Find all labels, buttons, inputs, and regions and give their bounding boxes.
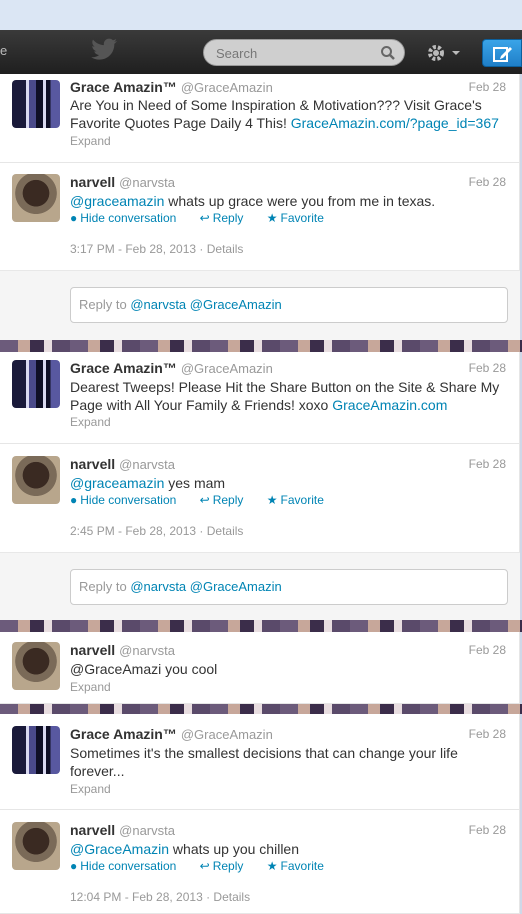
speech-bubble-icon: ● — [70, 859, 78, 873]
avatar[interactable] — [12, 822, 60, 870]
background-photo-strip — [0, 704, 522, 714]
tweet-card[interactable]: narvell @narvsta Feb 28 @graceamazin what… — [0, 163, 520, 340]
tweet-handle[interactable]: @narvsta — [119, 643, 175, 658]
reply-input[interactable]: Reply to @narvsta @GraceAmazin — [70, 287, 508, 323]
tweet-actions: ● Hide conversation ↩ Reply ★ Favorite — [70, 493, 344, 507]
top-navbar: e — [0, 30, 522, 74]
tweet-author[interactable]: narvell @narvsta — [70, 456, 175, 472]
tweet-timestamp[interactable]: 12:04 PM - Feb 28, 2013 · Details — [70, 890, 250, 904]
favorite-button[interactable]: ★ Favorite — [267, 859, 334, 873]
tweet-mention[interactable]: @graceamazin — [70, 475, 164, 491]
reply-icon: ↩ — [199, 859, 210, 873]
search-box[interactable] — [203, 39, 405, 66]
avatar[interactable] — [12, 642, 60, 690]
tweet-timestamp[interactable]: 2:45 PM - Feb 28, 2013 · Details — [70, 524, 243, 538]
tweet-handle[interactable]: @narvsta — [119, 175, 175, 190]
star-icon: ★ — [266, 493, 278, 507]
avatar[interactable] — [12, 174, 60, 222]
tweet-handle[interactable]: @narvsta — [119, 457, 175, 472]
tweet-handle[interactable]: @GraceAmazin — [181, 727, 273, 742]
favorite-button[interactable]: ★ Favorite — [267, 493, 334, 507]
nav-edge-text[interactable]: e — [0, 43, 7, 58]
tweet-mention[interactable]: @graceamazin — [70, 193, 164, 209]
speech-bubble-icon: ● — [70, 211, 78, 225]
speech-bubble-icon: ● — [70, 493, 78, 507]
avatar[interactable] — [12, 456, 60, 504]
tweet-handle[interactable]: @GraceAmazin — [181, 361, 273, 376]
tweet-card[interactable]: narvell @narvsta Feb 28 @GraceAmazin what… — [0, 810, 520, 914]
favorite-button[interactable]: ★ Favorite — [267, 211, 334, 225]
tweet-text: Sometimes it's the smallest decisions th… — [70, 745, 458, 779]
tweet-date[interactable]: Feb 28 — [469, 175, 506, 189]
tweet-card[interactable]: Grace Amazin™ @GraceAmazin Feb 28 Are You… — [0, 74, 520, 163]
search-input[interactable] — [216, 45, 366, 61]
tweet-handle[interactable]: @narvsta — [119, 823, 175, 838]
avatar[interactable] — [12, 360, 60, 408]
reply-button[interactable]: ↩ Reply — [200, 859, 254, 873]
reply-button[interactable]: ↩ Reply — [200, 211, 254, 225]
tweet-actions: ● Hide conversation ↩ Reply ★ Favorite — [70, 859, 344, 873]
tweet-text: Are You in Need of Some Inspiration & Mo… — [70, 97, 499, 131]
tweet-author[interactable]: narvell @narvsta — [70, 822, 175, 838]
hide-conversation-button[interactable]: ● Hide conversation — [70, 859, 186, 873]
tweet-author[interactable]: narvell @narvsta — [70, 174, 175, 190]
reply-icon: ↩ — [199, 211, 210, 225]
tweet-link[interactable]: GraceAmazin.com/?page_id=367 — [291, 115, 499, 131]
expand-link[interactable]: Expand — [70, 782, 111, 796]
tweet-handle[interactable]: @GraceAmazin — [181, 80, 273, 95]
tweet-author[interactable]: Grace Amazin™ @GraceAmazin — [70, 726, 273, 742]
expand-link[interactable]: Expand — [70, 680, 111, 694]
tweet-date[interactable]: Feb 28 — [469, 823, 506, 837]
tweet-card[interactable]: Grace Amazin™ @GraceAmazin Feb 28 Sometim… — [0, 714, 520, 810]
avatar[interactable] — [12, 726, 60, 774]
compose-icon — [493, 47, 512, 62]
tweet-date[interactable]: Feb 28 — [469, 727, 506, 741]
tweet-timestamp[interactable]: 3:17 PM - Feb 28, 2013 · Details — [70, 242, 243, 256]
tweet-card[interactable]: narvell @narvsta Feb 28 @graceamazin yes … — [0, 444, 520, 620]
gear-icon[interactable] — [422, 40, 464, 66]
tweet-date[interactable]: Feb 28 — [469, 643, 506, 657]
tweet-date[interactable]: Feb 28 — [469, 457, 506, 471]
tweet-text: @GraceAmazin whats up you chillen — [70, 841, 299, 857]
tweet-actions: ● Hide conversation ↩ Reply ★ Favorite — [70, 211, 344, 225]
reply-icon: ↩ — [199, 493, 210, 507]
tweet-text: @graceamazin whats up grace were you fro… — [70, 193, 436, 209]
tweet-author[interactable]: Grace Amazin™ @GraceAmazin — [70, 360, 273, 376]
tweet-text: Dearest Tweeps! Please Hit the Share But… — [70, 379, 500, 413]
background-photo-strip — [0, 620, 522, 632]
tweet-author[interactable]: Grace Amazin™ @GraceAmazin — [70, 79, 273, 95]
expand-link[interactable]: Expand — [70, 415, 111, 429]
hide-conversation-button[interactable]: ● Hide conversation — [70, 211, 186, 225]
search-icon[interactable] — [380, 45, 396, 61]
tweet-text: @GraceAmazi you cool — [70, 661, 218, 677]
tweet-author[interactable]: narvell @narvsta — [70, 642, 175, 658]
reply-input[interactable]: Reply to @narvsta @GraceAmazin — [70, 569, 508, 605]
star-icon: ★ — [266, 859, 278, 873]
background-photo-strip — [0, 340, 522, 352]
hide-conversation-button[interactable]: ● Hide conversation — [70, 493, 186, 507]
tweet-card[interactable]: Grace Amazin™ @GraceAmazin Feb 28 Dearest… — [0, 352, 520, 444]
star-icon: ★ — [266, 211, 278, 225]
tweet-link[interactable]: GraceAmazin.com — [332, 397, 447, 413]
compose-tweet-button[interactable] — [482, 39, 522, 67]
reply-button[interactable]: ↩ Reply — [200, 493, 254, 507]
tweet-date[interactable]: Feb 28 — [469, 80, 506, 94]
twitter-bird-icon[interactable] — [90, 38, 118, 62]
tweet-card[interactable]: narvell @narvsta Feb 28 @GraceAmazi you c… — [0, 632, 520, 704]
avatar[interactable] — [12, 80, 60, 128]
top-band — [0, 0, 522, 30]
tweet-text: @graceamazin yes mam — [70, 475, 226, 491]
tweet-date[interactable]: Feb 28 — [469, 361, 506, 375]
expand-link[interactable]: Expand — [70, 134, 111, 148]
tweet-mention[interactable]: @GraceAmazin — [70, 841, 169, 857]
